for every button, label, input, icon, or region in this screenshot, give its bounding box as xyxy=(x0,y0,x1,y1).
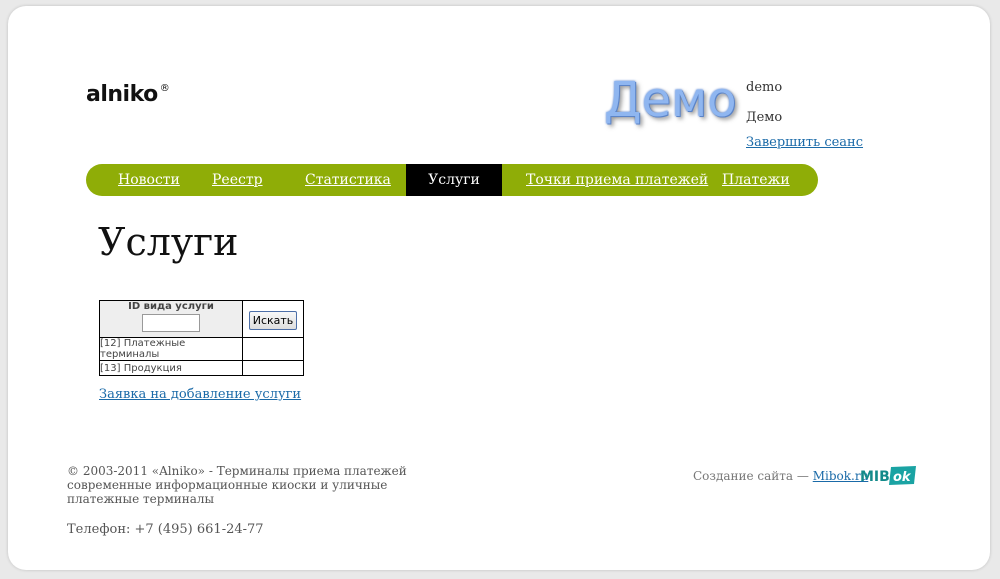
mibok-logo-ok: ok xyxy=(893,470,912,485)
user-login: demo xyxy=(746,80,783,95)
empty-cell xyxy=(242,360,304,376)
search-button[interactable]: Искать xyxy=(249,310,297,330)
alniko-logo[interactable]: alniko ® xyxy=(86,82,170,107)
footer-phone: Телефон: +7 (495) 661-24-77 xyxy=(67,522,264,537)
site-credit: Создание сайта — Mibok.ru xyxy=(693,469,868,483)
id-column-label: ID вида услуги xyxy=(128,301,214,312)
nav-item-news[interactable]: Новости xyxy=(118,164,180,196)
nav-item-registry[interactable]: Реестр xyxy=(212,164,263,196)
service-label: [12] Платежные терминалы xyxy=(99,337,243,361)
service-id-input[interactable] xyxy=(142,314,200,332)
add-service-request-link[interactable]: Заявка на добавление услуги xyxy=(99,387,301,402)
nav-item-payment-points[interactable]: Точки приема платежей xyxy=(526,164,708,196)
services-table: ID вида услуги Искать [12] Платежные тер… xyxy=(99,300,304,376)
table-row: [12] Платежные терминалы xyxy=(99,337,304,361)
filter-row: ID вида услуги Искать xyxy=(99,300,304,338)
nav-item-statistics[interactable]: Статистика xyxy=(305,164,391,196)
page-title: Услуги xyxy=(98,220,239,264)
nav-item-payments[interactable]: Платежи xyxy=(722,164,790,196)
mibok-logo-icon[interactable]: MIB ok xyxy=(860,463,918,489)
service-label: [13] Продукция xyxy=(99,360,243,376)
registered-mark: ® xyxy=(159,82,170,94)
credit-prefix: Создание сайта — xyxy=(693,469,809,483)
footer-copyright: © 2003-2011 «Alniko» - Терминалы приема … xyxy=(67,464,407,506)
search-cell: Искать xyxy=(242,300,304,338)
logout-link[interactable]: Завершить сеанс xyxy=(746,135,863,150)
table-row: [13] Продукция xyxy=(99,360,304,376)
user-name: Демо xyxy=(746,110,783,125)
logo-text: alniko xyxy=(86,82,158,107)
main-nav: Новости Реестр Статистика Услуги Точки п… xyxy=(86,164,818,196)
empty-cell xyxy=(242,337,304,361)
demo-banner: Демо xyxy=(604,72,737,128)
id-column-header: ID вида услуги xyxy=(99,300,243,338)
mibok-logo-text: MIB xyxy=(860,469,890,485)
nav-item-services[interactable]: Услуги xyxy=(406,164,502,196)
